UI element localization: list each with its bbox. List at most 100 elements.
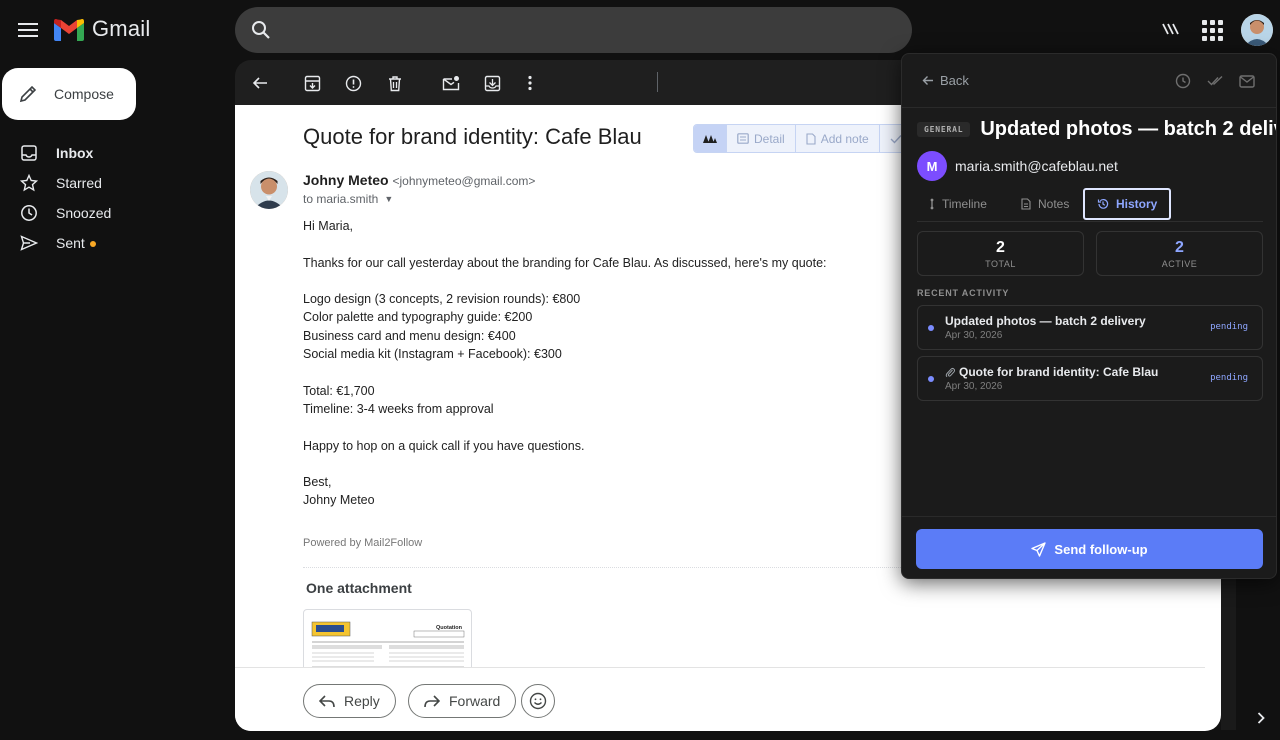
archive-button[interactable] — [300, 71, 324, 95]
followup-title-row: GENERAL Updated photos — batch 2 deliv… — [917, 118, 1277, 141]
gmail-logo[interactable]: Gmail — [54, 16, 150, 42]
paperclip-icon — [945, 367, 955, 378]
reply-bar: Reply Forward — [235, 667, 1205, 731]
mail2follow-logo-button[interactable] — [694, 125, 727, 152]
stat-active-value: 2 — [1175, 239, 1184, 256]
activity-title-text: Updated photos — batch 2 delivery — [945, 314, 1146, 328]
gmail-wordmark: Gmail — [92, 16, 151, 41]
body-paragraph: Happy to hop on a quick call if you have… — [303, 438, 585, 453]
forward-button[interactable]: Forward — [408, 684, 517, 718]
mail2follow-extension-icon[interactable] — [1160, 18, 1182, 40]
forward-label: Forward — [449, 693, 501, 709]
sidebar-item-label: Inbox — [56, 145, 94, 161]
add-note-label: Add note — [820, 131, 869, 146]
send-icon — [20, 234, 38, 252]
reply-button[interactable]: Reply — [303, 684, 396, 718]
show-side-panel-button[interactable] — [1253, 710, 1269, 726]
history-icon — [1097, 198, 1109, 210]
powered-by-text: Powered by Mail2Follow — [303, 537, 423, 549]
delete-button[interactable] — [383, 71, 407, 95]
pencil-icon — [19, 85, 37, 103]
activity-title-text: Quote for brand identity: Cafe Blau — [959, 365, 1159, 379]
trash-icon — [389, 75, 401, 91]
contact-email[interactable]: maria.smith@cafeblau.net — [955, 158, 1118, 174]
body-signature: Best, Johny Meteo — [303, 475, 375, 508]
mark-unread-button[interactable] — [439, 71, 463, 95]
panel-tabs: Timeline Notes History — [917, 188, 1263, 222]
mail2follow-panel: Back GENERAL Updated photos — batch 2 de… — [901, 53, 1277, 579]
sidebar-item-label: Sent — [56, 235, 85, 251]
tab-label: History — [1116, 197, 1158, 211]
stat-total-value: 2 — [996, 239, 1005, 256]
followup-title: Updated photos — batch 2 deliv… — [980, 118, 1277, 140]
move-to-icon — [484, 75, 500, 91]
recipient-line: to maria.smith ▼ — [303, 192, 393, 206]
sidebar-item-label: Starred — [56, 175, 102, 191]
back-to-inbox-button[interactable] — [248, 71, 272, 95]
detail-button[interactable]: Detail — [727, 125, 796, 152]
open-email-button[interactable] — [1238, 72, 1256, 90]
search-icon[interactable] — [251, 20, 271, 40]
stat-active: 2 ACTIVE — [1096, 231, 1263, 276]
mail2follow-toolbar: Detail Add note — [693, 124, 923, 153]
sidebar-item-sent[interactable]: Sent — [0, 228, 230, 258]
top-bar: Gmail — [0, 0, 1280, 60]
category-badge: GENERAL — [917, 122, 971, 137]
sidebar-item-inbox[interactable]: Inbox — [0, 138, 230, 168]
panel-footer: Send follow-up — [902, 516, 1276, 578]
paper-plane-icon — [1031, 541, 1047, 557]
mark-complete-button[interactable] — [1206, 72, 1224, 90]
compose-button[interactable]: Compose — [2, 68, 136, 120]
show-details-icon[interactable]: ▼ — [384, 194, 393, 204]
status-dot — [928, 376, 934, 382]
search-input[interactable] — [283, 21, 912, 39]
contact-row: M maria.smith@cafeblau.net — [917, 151, 1118, 181]
send-follow-up-label: Send follow-up — [1054, 541, 1148, 557]
sidebar-item-starred[interactable]: Starred — [0, 168, 230, 198]
activity-title: Updated photos — batch 2 delivery — [945, 314, 1146, 328]
panel-back-button[interactable]: Back — [922, 73, 969, 88]
sender-avatar[interactable] — [250, 171, 288, 209]
report-spam-button[interactable] — [341, 71, 365, 95]
activity-item[interactable]: Updated photos — batch 2 delivery Apr 30… — [917, 305, 1263, 350]
stat-active-label: ACTIVE — [1161, 259, 1198, 269]
forward-icon — [424, 694, 440, 707]
move-to-button[interactable] — [480, 71, 504, 95]
sidebar-item-snoozed[interactable]: Snoozed — [0, 198, 230, 228]
sender-name[interactable]: Johny Meteo — [303, 172, 389, 188]
body-total: Total: €1,700 Timeline: 3-4 weeks from a… — [303, 383, 494, 416]
recipient-label: to maria.smith — [303, 192, 379, 206]
activity-date: Apr 30, 2026 — [945, 381, 1003, 392]
recent-activity-heading: RECENT ACTIVITY — [917, 288, 1010, 298]
add-note-button[interactable]: Add note — [796, 125, 880, 152]
send-follow-up-button[interactable]: Send follow-up — [916, 529, 1263, 569]
search-bar[interactable] — [235, 7, 912, 53]
activity-status-badge: pending — [1210, 322, 1248, 332]
toolbar-divider — [657, 72, 658, 92]
more-options-button[interactable] — [518, 71, 542, 95]
mark-unread-icon — [442, 76, 460, 91]
tab-timeline[interactable]: Timeline — [917, 188, 999, 220]
sender-line: Johny Meteo <johnymeteo@gmail.com> — [303, 172, 535, 188]
hamburger-icon — [18, 23, 38, 37]
activity-date: Apr 30, 2026 — [945, 330, 1003, 341]
contact-avatar: M — [917, 151, 947, 181]
email-body: Hi Maria, Thanks for our call yesterday … — [303, 217, 923, 528]
account-avatar[interactable] — [1241, 14, 1273, 46]
emoji-reaction-button[interactable] — [521, 684, 555, 718]
snooze-followup-button[interactable] — [1174, 72, 1192, 90]
attachment-preview-title: Quotation — [436, 625, 463, 631]
sidebar-nav: Inbox Starred Snoozed Sent — [0, 138, 230, 258]
activity-item[interactable]: Quote for brand identity: Cafe Blau Apr … — [917, 356, 1263, 401]
report-icon — [345, 75, 361, 91]
compose-label: Compose — [54, 86, 114, 102]
tab-history[interactable]: History — [1083, 188, 1172, 220]
archive-icon — [304, 75, 320, 91]
apps-grid-icon[interactable] — [1200, 18, 1223, 41]
tab-notes[interactable]: Notes — [1009, 188, 1081, 220]
main-menu-button[interactable] — [12, 14, 44, 46]
mail2follow-logo-icon — [703, 134, 717, 143]
double-check-icon — [1207, 75, 1223, 86]
chevron-right-icon — [1257, 712, 1265, 724]
email-subject: Quote for brand identity: Cafe Blau — [303, 124, 642, 149]
